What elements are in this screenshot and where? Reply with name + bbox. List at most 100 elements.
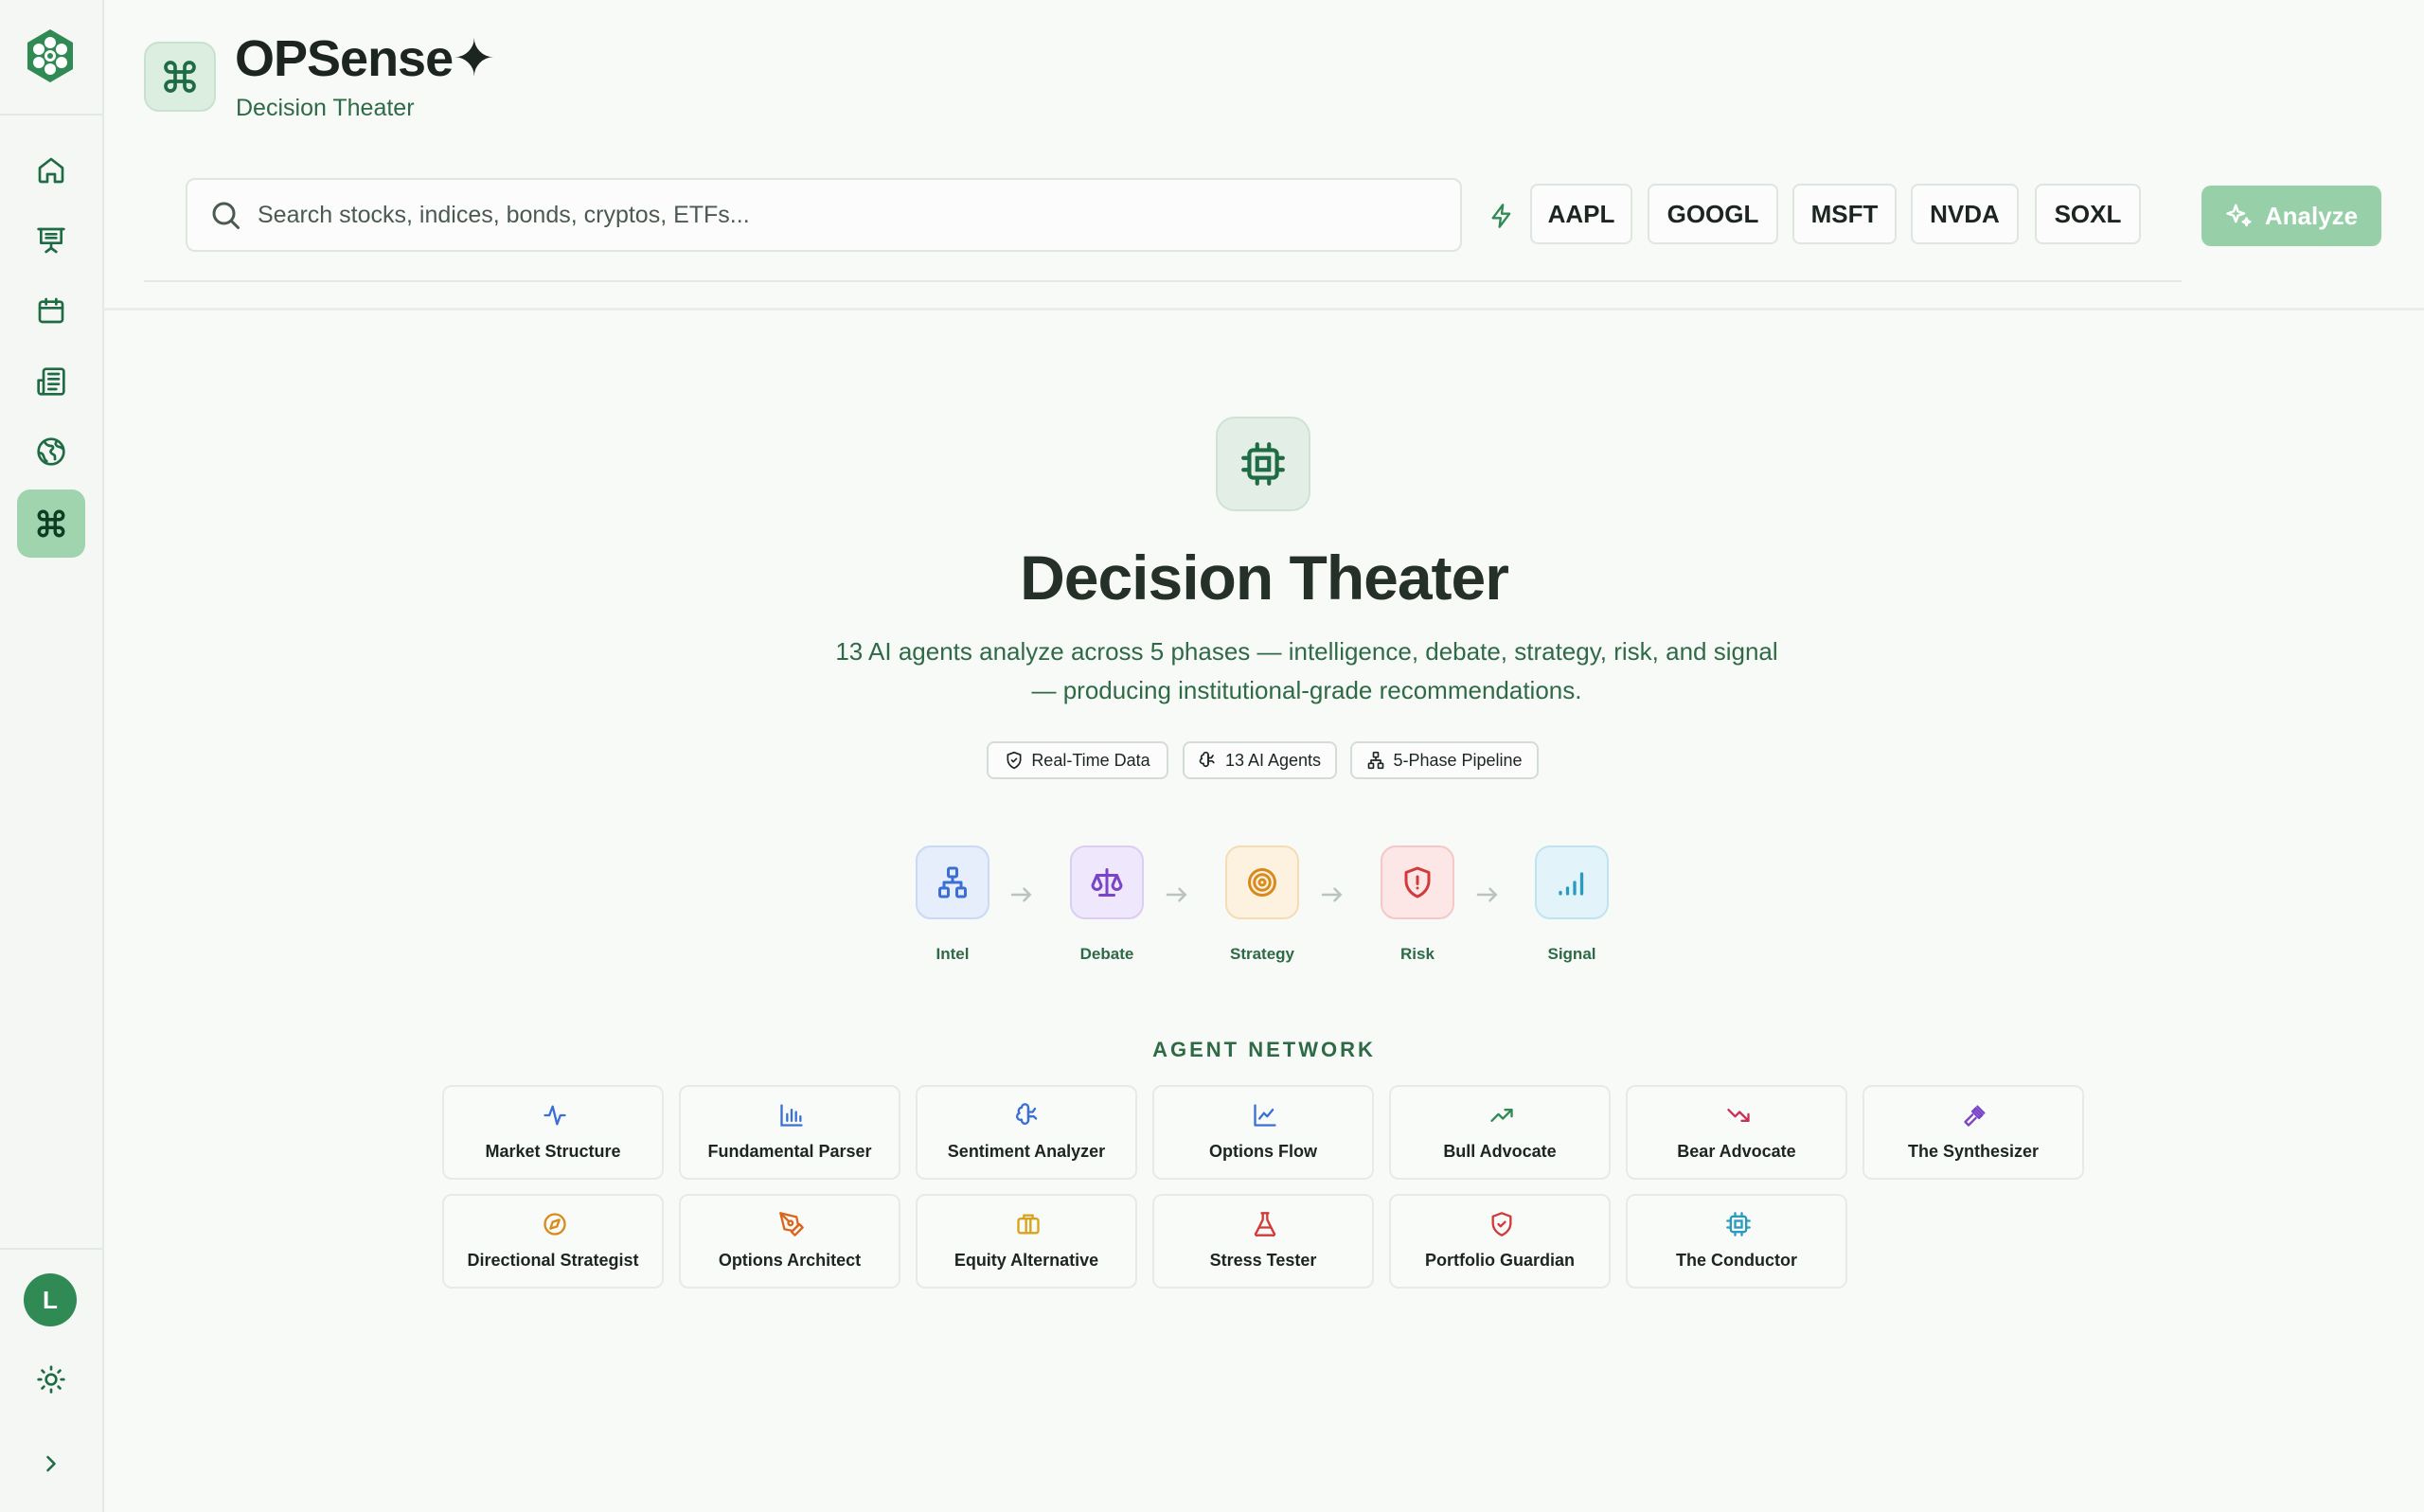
agent-card-options-flow[interactable]: Options Flow xyxy=(1152,1085,1374,1180)
cpu-icon xyxy=(1241,442,1285,486)
search-icon xyxy=(212,202,240,229)
agent-name: Bear Advocate xyxy=(1677,1142,1796,1161)
ticker-chip-msft[interactable]: MSFT xyxy=(1792,184,1897,244)
badge-label: 13 AI Agents xyxy=(1224,750,1322,770)
sidebar-item-presentation[interactable] xyxy=(17,206,85,275)
arrow-right-icon xyxy=(1321,887,1343,902)
search-input[interactable] xyxy=(258,201,1394,229)
agent-name: Portfolio Guardian xyxy=(1424,1251,1575,1270)
badge-ai-agents: 13 AI Agents xyxy=(1183,741,1337,779)
agent-card-the-conductor[interactable]: The Conductor xyxy=(1626,1194,1847,1289)
phase-risk xyxy=(1381,845,1454,919)
agent-name: Options Architect xyxy=(718,1251,862,1270)
briefcase-icon xyxy=(1017,1214,1040,1235)
agent-name: The Synthesizer xyxy=(1907,1142,2040,1161)
sidebar-item-news[interactable] xyxy=(17,347,85,416)
phase-label-strategy: Strategy xyxy=(1229,945,1295,963)
badge-label: Real-Time Data xyxy=(1031,750,1150,770)
ticker-chip-googl[interactable]: GOOGL xyxy=(1648,184,1778,244)
agent-name: Market Structure xyxy=(485,1142,621,1161)
ticker-chip-soxl[interactable]: SOXL xyxy=(2035,184,2141,244)
arrow-right-icon xyxy=(1010,887,1032,902)
command-icon xyxy=(164,61,196,93)
pen-tool-icon xyxy=(779,1212,804,1236)
cpu-icon xyxy=(1726,1212,1751,1236)
trending-down-icon xyxy=(1727,1109,1750,1122)
shield-icon xyxy=(1491,1212,1512,1236)
sidebar-divider xyxy=(0,114,104,116)
sidebar-divider xyxy=(0,1248,104,1250)
agent-card-market-structure[interactable]: Market Structure xyxy=(442,1085,664,1180)
shield-alert-icon xyxy=(1404,866,1431,898)
phase-debate xyxy=(1070,845,1144,919)
search-box[interactable] xyxy=(186,178,1462,252)
hero-title: Decision Theater xyxy=(1020,543,1509,613)
scale-icon xyxy=(1091,868,1123,897)
sidebar-item-calendar[interactable] xyxy=(17,276,85,345)
flask-icon xyxy=(1254,1212,1276,1236)
network-icon xyxy=(1368,751,1384,770)
brain-icon xyxy=(1015,1103,1038,1125)
trending-up-icon xyxy=(1490,1109,1513,1122)
header-divider xyxy=(104,308,2424,311)
signal-icon xyxy=(1559,872,1584,896)
command-icon xyxy=(37,509,65,538)
page-subtitle: Decision Theater xyxy=(236,95,415,121)
phase-signal xyxy=(1535,845,1609,919)
sidebar-item-home[interactable] xyxy=(17,136,85,205)
agent-card-bull-advocate[interactable]: Bull Advocate xyxy=(1389,1085,1611,1180)
phase-intel xyxy=(916,845,989,919)
agent-card-sentiment-analyzer[interactable]: Sentiment Analyzer xyxy=(916,1085,1137,1180)
app-title: OPSense✦ xyxy=(235,30,495,87)
badge-real-time-data: Real-Time Data xyxy=(987,741,1168,779)
phase-label-intel: Intel xyxy=(936,945,970,963)
analyze-button[interactable]: Analyze xyxy=(2201,186,2381,246)
sun-icon xyxy=(37,1365,65,1394)
agent-card-stress-tester[interactable]: Stress Tester xyxy=(1152,1194,1374,1289)
agent-name: Directional Strategist xyxy=(467,1251,639,1270)
chevron-right-icon xyxy=(46,1455,56,1472)
gavel-icon xyxy=(1964,1105,1986,1127)
presentation-icon xyxy=(37,227,65,254)
home-icon xyxy=(38,157,64,184)
agent-name: Equity Alternative xyxy=(954,1251,1099,1270)
agent-name: Stress Tester xyxy=(1209,1251,1317,1270)
globe-icon xyxy=(37,437,65,466)
ticker-chip-nvda[interactable]: NVDA xyxy=(1911,184,2019,244)
agent-name: Options Flow xyxy=(1209,1142,1317,1161)
lightning-icon xyxy=(1491,204,1511,228)
newspaper-icon xyxy=(37,367,65,396)
avatar[interactable]: L xyxy=(24,1273,77,1326)
line-chart-icon xyxy=(1254,1104,1276,1127)
agent-card-fundamental-parser[interactable]: Fundamental Parser xyxy=(679,1085,900,1180)
sidebar-item-globe[interactable] xyxy=(17,418,85,486)
agent-network-title: AGENT NETWORK xyxy=(1152,1038,1376,1061)
ticker-chip-aapl[interactable]: AAPL xyxy=(1530,184,1632,244)
agent-card-equity-alternative[interactable]: Equity Alternative xyxy=(916,1194,1137,1289)
app-logo-icon[interactable] xyxy=(21,27,80,85)
agent-name: The Conductor xyxy=(1676,1251,1797,1270)
activity-icon xyxy=(544,1105,566,1126)
agent-name: Fundamental Parser xyxy=(707,1142,872,1161)
agent-card-directional-strategist[interactable]: Directional Strategist xyxy=(442,1194,664,1289)
phase-label-debate: Debate xyxy=(1079,945,1134,963)
arrow-right-icon xyxy=(1476,887,1498,902)
phase-strategy xyxy=(1225,845,1299,919)
calendar-icon xyxy=(38,297,64,324)
agent-card-portfolio-guardian[interactable]: Portfolio Guardian xyxy=(1389,1194,1611,1289)
hero-tile xyxy=(1216,417,1310,511)
sparkles-icon xyxy=(2226,204,2252,227)
shield-check-icon xyxy=(1007,751,1022,770)
theme-toggle-button[interactable] xyxy=(17,1345,85,1414)
agent-name: Sentiment Analyzer xyxy=(947,1142,1106,1161)
phase-label-signal: Signal xyxy=(1547,945,1596,963)
agent-card-options-architect[interactable]: Options Architect xyxy=(679,1194,900,1289)
sidebar-expand-button[interactable] xyxy=(17,1430,85,1498)
agent-card-the-synthesizer[interactable]: The Synthesizer xyxy=(1863,1085,2084,1180)
analyze-label: Analyze xyxy=(2264,201,2359,230)
brand-tile xyxy=(144,42,216,112)
phase-label-risk: Risk xyxy=(1400,945,1435,963)
agent-card-bear-advocate[interactable]: Bear Advocate xyxy=(1626,1085,1847,1180)
badge-label: 5-Phase Pipeline xyxy=(1393,750,1523,770)
badge-pipeline: 5-Phase Pipeline xyxy=(1350,741,1539,779)
